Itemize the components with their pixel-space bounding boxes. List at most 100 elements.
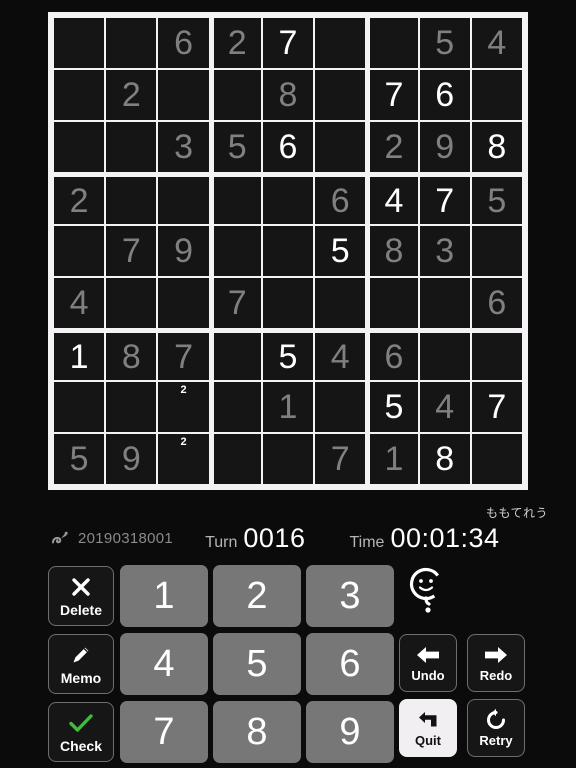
sudoku-cell-r1c8[interactable]: 5 (419, 18, 470, 68)
sudoku-cell-r9c9[interactable] (471, 434, 522, 484)
sudoku-cell-r9c1[interactable]: 5 (54, 434, 105, 484)
sudoku-cell-r1c7[interactable] (370, 18, 418, 68)
number-button-1[interactable]: 1 (120, 565, 208, 627)
hint-button[interactable] (400, 566, 452, 618)
redo-button[interactable]: Redo (467, 634, 525, 692)
sudoku-cell-r7c1[interactable]: 1 (54, 333, 105, 380)
sudoku-cell-r5c2[interactable]: 7 (106, 226, 157, 276)
sudoku-cell-r8c2[interactable] (106, 382, 157, 432)
sudoku-cell-r9c7[interactable]: 1 (370, 434, 418, 484)
number-button-4[interactable]: 4 (120, 633, 208, 695)
sudoku-cell-r7c3[interactable]: 7 (158, 333, 209, 380)
sudoku-cell-r7c8[interactable] (419, 333, 470, 380)
sudoku-cell-r4c9[interactable]: 5 (471, 177, 522, 224)
sudoku-cell-r9c5[interactable] (262, 434, 314, 484)
sudoku-cell-r6c1[interactable]: 4 (54, 278, 105, 328)
number-button-2[interactable]: 2 (213, 565, 301, 627)
sudoku-cell-r5c3[interactable]: 9 (158, 226, 209, 276)
sudoku-cell-r4c7[interactable]: 4 (370, 177, 418, 224)
sudoku-cell-r1c3[interactable]: 6 (158, 18, 209, 68)
sudoku-cell-r5c5[interactable] (262, 226, 314, 276)
sudoku-cell-r7c7[interactable]: 6 (370, 333, 418, 380)
sudoku-cell-r7c2[interactable]: 8 (106, 333, 157, 380)
check-button[interactable]: Check (48, 702, 114, 762)
sudoku-cell-r9c8[interactable]: 8 (419, 434, 470, 484)
number-button-5[interactable]: 5 (213, 633, 301, 695)
retry-button[interactable]: Retry (467, 699, 525, 757)
sudoku-cell-r2c9[interactable] (471, 70, 522, 120)
sudoku-cell-r8c8[interactable]: 4 (419, 382, 470, 432)
sudoku-cell-r7c6[interactable]: 4 (315, 333, 366, 380)
sudoku-cell-r8c6[interactable] (315, 382, 366, 432)
sudoku-cell-r6c9[interactable]: 6 (471, 278, 522, 328)
sudoku-cell-r2c5[interactable]: 8 (262, 70, 314, 120)
sudoku-cell-r5c6[interactable]: 5 (315, 226, 366, 276)
sudoku-cell-r3c9[interactable]: 8 (471, 122, 522, 172)
sudoku-cell-r5c8[interactable]: 3 (419, 226, 470, 276)
sudoku-cell-r6c6[interactable] (315, 278, 366, 328)
sudoku-cell-r5c1[interactable] (54, 226, 105, 276)
sudoku-cell-r1c2[interactable] (106, 18, 157, 68)
sudoku-cell-r3c8[interactable]: 9 (419, 122, 470, 172)
sudoku-cell-r6c4[interactable]: 7 (213, 278, 261, 328)
sudoku-cell-r6c8[interactable] (419, 278, 470, 328)
sudoku-cell-r3c5[interactable]: 6 (262, 122, 314, 172)
number-button-6[interactable]: 6 (306, 633, 394, 695)
sudoku-cell-r9c2[interactable]: 9 (106, 434, 157, 484)
sudoku-cell-r7c5[interactable]: 5 (262, 333, 314, 380)
sudoku-cell-r3c7[interactable]: 2 (370, 122, 418, 172)
sudoku-cell-r4c8[interactable]: 7 (419, 177, 470, 224)
sudoku-cell-r1c5[interactable]: 7 (262, 18, 314, 68)
undo-button[interactable]: Undo (399, 634, 457, 692)
sudoku-cell-r4c1[interactable]: 2 (54, 177, 105, 224)
sudoku-cell-r5c4[interactable] (213, 226, 261, 276)
sudoku-cell-r2c2[interactable]: 2 (106, 70, 157, 120)
sudoku-cell-r8c3[interactable]: 2 (158, 382, 209, 432)
sudoku-grid[interactable]: 6275428763562982647579583476187546215475… (54, 18, 522, 484)
sudoku-cell-r4c3[interactable] (158, 177, 209, 224)
sudoku-cell-r8c4[interactable] (213, 382, 261, 432)
sudoku-cell-r4c6[interactable]: 6 (315, 177, 366, 224)
sudoku-cell-r2c4[interactable] (213, 70, 261, 120)
quit-button[interactable]: Quit (399, 699, 457, 757)
sudoku-cell-r9c3[interactable]: 2 (158, 434, 209, 484)
sudoku-cell-r2c7[interactable]: 7 (370, 70, 418, 120)
number-button-7[interactable]: 7 (120, 701, 208, 763)
sudoku-cell-r6c2[interactable] (106, 278, 157, 328)
sudoku-cell-r2c3[interactable] (158, 70, 209, 120)
sudoku-cell-r1c4[interactable]: 2 (213, 18, 261, 68)
sudoku-cell-r8c1[interactable] (54, 382, 105, 432)
sudoku-cell-r4c4[interactable] (213, 177, 261, 224)
sudoku-cell-r9c6[interactable]: 7 (315, 434, 366, 484)
sudoku-cell-r3c3[interactable]: 3 (158, 122, 209, 172)
sudoku-cell-r6c5[interactable] (262, 278, 314, 328)
sudoku-cell-r3c6[interactable] (315, 122, 366, 172)
sudoku-cell-r3c2[interactable] (106, 122, 157, 172)
cell-value: 1 (278, 388, 298, 426)
sudoku-cell-r2c8[interactable]: 6 (419, 70, 470, 120)
sudoku-cell-r6c3[interactable] (158, 278, 209, 328)
sudoku-cell-r8c5[interactable]: 1 (262, 382, 314, 432)
sudoku-cell-r7c4[interactable] (213, 333, 261, 380)
sudoku-cell-r3c1[interactable] (54, 122, 105, 172)
sudoku-cell-r8c9[interactable]: 7 (471, 382, 522, 432)
sudoku-cell-r4c2[interactable] (106, 177, 157, 224)
sudoku-cell-r4c5[interactable] (262, 177, 314, 224)
sudoku-cell-r1c9[interactable]: 4 (471, 18, 522, 68)
sudoku-cell-r2c6[interactable] (315, 70, 366, 120)
number-button-9[interactable]: 9 (306, 701, 394, 763)
memo-button[interactable]: Memo (48, 634, 114, 694)
sudoku-cell-r1c1[interactable] (54, 18, 105, 68)
sudoku-cell-r7c9[interactable] (471, 333, 522, 380)
sudoku-cell-r1c6[interactable] (315, 18, 366, 68)
sudoku-cell-r5c9[interactable] (471, 226, 522, 276)
delete-button[interactable]: Delete (48, 566, 114, 626)
sudoku-cell-r3c4[interactable]: 5 (213, 122, 261, 172)
sudoku-cell-r9c4[interactable] (213, 434, 261, 484)
sudoku-cell-r8c7[interactable]: 5 (370, 382, 418, 432)
sudoku-cell-r6c7[interactable] (370, 278, 418, 328)
number-button-8[interactable]: 8 (213, 701, 301, 763)
sudoku-cell-r5c7[interactable]: 8 (370, 226, 418, 276)
number-button-3[interactable]: 3 (306, 565, 394, 627)
sudoku-cell-r2c1[interactable] (54, 70, 105, 120)
